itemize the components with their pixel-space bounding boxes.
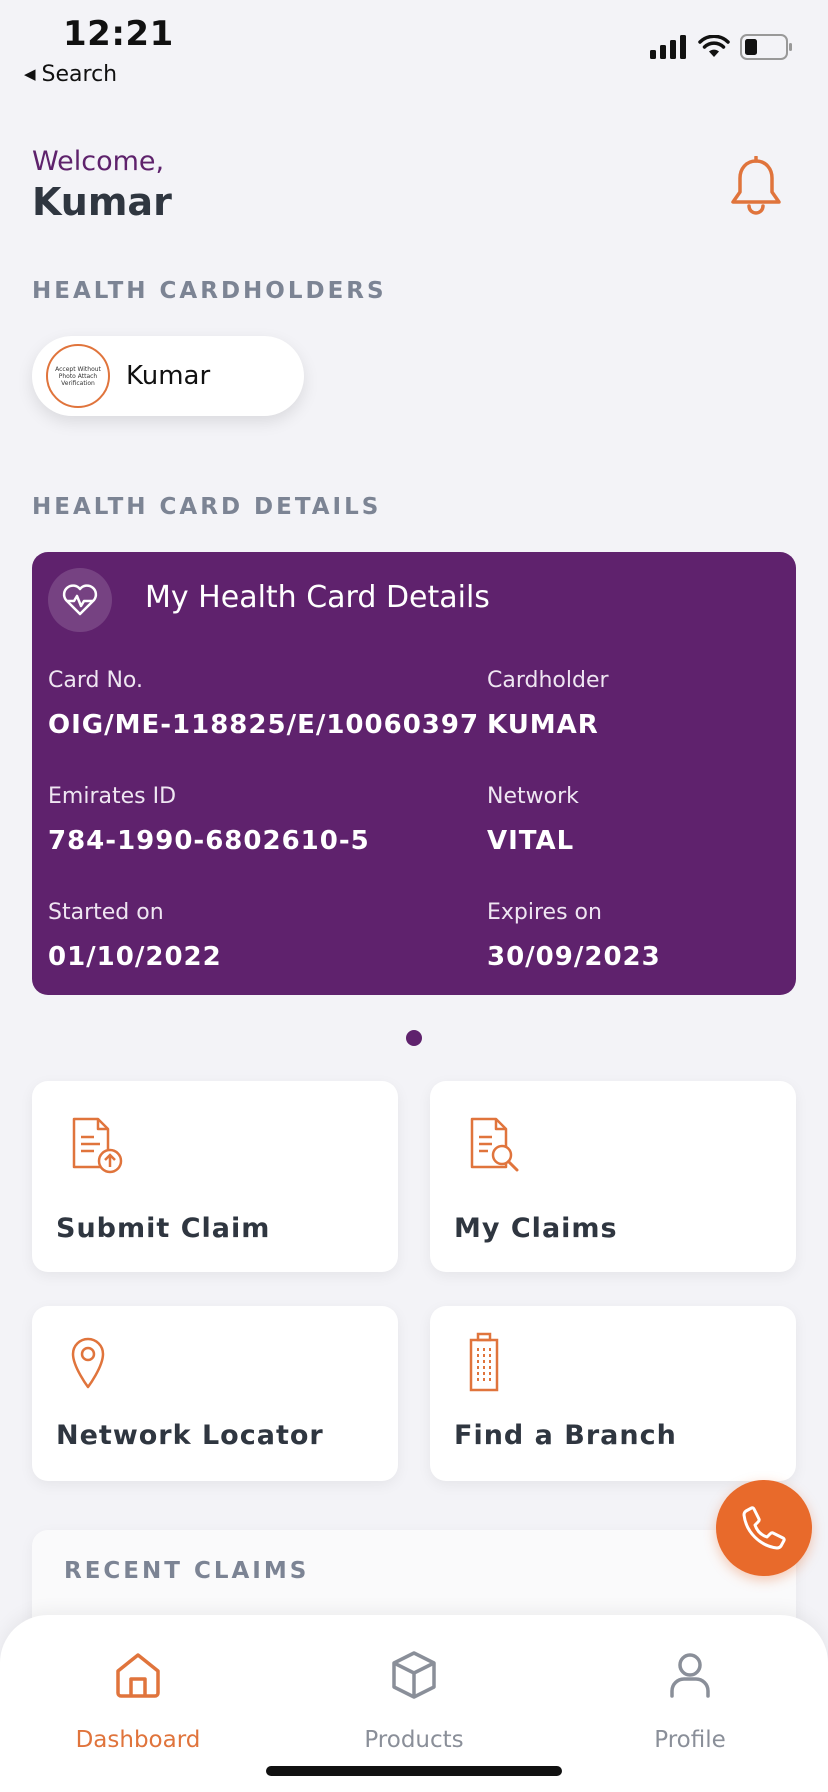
heart-pulse-icon (62, 584, 98, 616)
user-name: Kumar (32, 180, 172, 224)
tab-profile-label: Profile (654, 1727, 726, 1753)
started-value: 01/10/2022 (48, 942, 222, 972)
cardholder-value: KUMAR (487, 710, 599, 740)
find-branch-label: Find a Branch (454, 1420, 677, 1451)
wifi-icon (698, 35, 730, 57)
battery-icon (740, 34, 792, 60)
document-search-icon (470, 1117, 519, 1172)
tab-dashboard[interactable]: Dashboard (38, 1615, 238, 1765)
tab-products[interactable]: Products (314, 1615, 514, 1765)
person-icon (670, 1653, 710, 1698)
home-icon (116, 1653, 160, 1698)
phone-icon (742, 1506, 786, 1550)
status-time: 12:21 (63, 14, 174, 54)
home-indicator (266, 1766, 562, 1776)
emirates-id-value: 784-1990-6802610-5 (48, 826, 370, 856)
cardholders-section-title: HEALTH CARDHOLDERS (32, 278, 387, 304)
card-details-section-title: HEALTH CARD DETAILS (32, 494, 382, 520)
building-icon (469, 1332, 499, 1392)
network-value: VITAL (487, 826, 575, 856)
card-title: My Health Card Details (145, 580, 490, 615)
find-branch-tile[interactable]: Find a Branch (430, 1306, 796, 1481)
cellular-signal-icon (650, 35, 686, 59)
notification-bell-icon[interactable] (728, 156, 784, 218)
my-claims-label: My Claims (454, 1213, 618, 1244)
location-pin-icon (71, 1337, 105, 1389)
status-bar: 12:21 ◀ Search (0, 0, 828, 92)
avatar: Accept Without Photo Attach Verification (46, 344, 110, 408)
submit-claim-tile[interactable]: Submit Claim (32, 1081, 398, 1272)
cardholder-chip[interactable]: Accept Without Photo Attach Verification… (32, 336, 304, 416)
my-claims-tile[interactable]: My Claims (430, 1081, 796, 1272)
document-upload-icon (72, 1117, 123, 1174)
submit-claim-label: Submit Claim (56, 1213, 271, 1244)
network-locator-label: Network Locator (56, 1420, 324, 1451)
network-locator-tile[interactable]: Network Locator (32, 1306, 398, 1481)
status-icons (650, 34, 794, 60)
started-label: Started on (48, 900, 164, 925)
carousel-page-dot[interactable] (406, 1030, 422, 1046)
network-label: Network (487, 784, 579, 809)
cardholder-label: Cardholder (487, 668, 609, 693)
cardholder-name: Kumar (126, 361, 211, 391)
emirates-id-label: Emirates ID (48, 784, 177, 809)
tab-products-label: Products (364, 1727, 464, 1753)
back-search-label: Search (41, 62, 118, 87)
welcome-text: Welcome, (32, 146, 165, 177)
call-button[interactable] (716, 1480, 812, 1576)
card-no-value: OIG/ME-118825/E/10060397 (48, 710, 480, 740)
expires-value: 30/09/2023 (487, 942, 661, 972)
expires-label: Expires on (487, 900, 602, 925)
health-card[interactable]: My Health Card Details Card No. OIG/ME-1… (32, 552, 796, 995)
card-icon-badge (48, 568, 112, 632)
back-triangle-icon: ◀ (24, 65, 36, 83)
tab-dashboard-label: Dashboard (75, 1727, 201, 1753)
tab-profile[interactable]: Profile (590, 1615, 790, 1765)
card-no-label: Card No. (48, 668, 143, 693)
box-icon (392, 1651, 436, 1699)
recent-claims-title: RECENT CLAIMS (64, 1558, 310, 1584)
back-to-search-link[interactable]: ◀ Search (24, 62, 117, 87)
